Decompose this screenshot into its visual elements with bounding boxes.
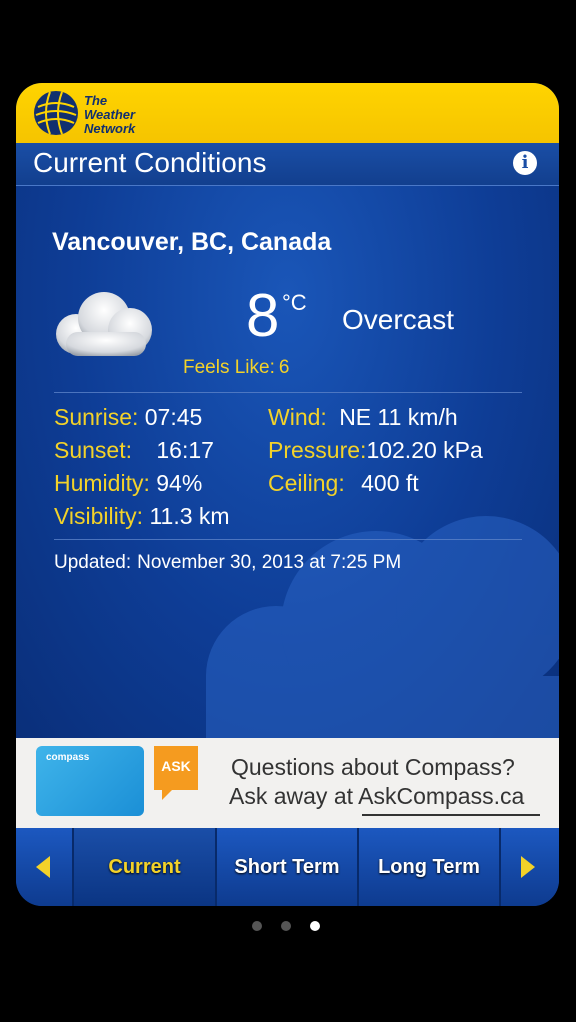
page-title: Current Conditions bbox=[33, 147, 267, 178]
visibility-label: Visibility: bbox=[54, 503, 144, 529]
divider bbox=[54, 539, 522, 540]
page-indicator bbox=[252, 921, 332, 933]
visibility-value: 11.3 km bbox=[149, 503, 230, 529]
brand-line: The bbox=[84, 93, 108, 108]
globe-logo-icon bbox=[34, 91, 78, 135]
sunset-stat: Sunset: 16:17 bbox=[54, 437, 214, 464]
pressure-label: Pressure: bbox=[268, 437, 367, 463]
brand-line: Weather bbox=[84, 107, 136, 122]
location-name: Vancouver, BC, Canada bbox=[52, 228, 332, 256]
updated-value: November 30, 2013 at 7:25 PM bbox=[137, 552, 402, 573]
feels-like: Feels Like: 6 bbox=[183, 357, 289, 379]
page-dot[interactable] bbox=[252, 921, 262, 931]
sunrise-value: 07:45 bbox=[144, 404, 203, 430]
ceiling-value: 400 ft bbox=[361, 470, 419, 496]
pressure-stat: Pressure:102.20 kPa bbox=[268, 437, 483, 464]
weather-widget: The Weather Network Current Conditions i… bbox=[16, 83, 559, 906]
next-arrow-button[interactable] bbox=[501, 828, 559, 906]
ceiling-stat: Ceiling: 400 ft bbox=[268, 470, 419, 497]
prev-arrow-button[interactable] bbox=[16, 828, 74, 906]
ad-link-underline bbox=[362, 814, 540, 816]
ad-banner[interactable]: compass ASK Questions about Compass? Ask… bbox=[16, 738, 559, 828]
brand-line: Network bbox=[84, 121, 136, 136]
wind-value: NE 11 km/h bbox=[339, 404, 458, 430]
tab-long-term[interactable]: Long Term bbox=[359, 828, 501, 906]
page-dot-active[interactable] bbox=[310, 921, 320, 931]
humidity-stat: Humidity: 94% bbox=[54, 470, 202, 497]
sunrise-label: Sunrise: bbox=[54, 404, 139, 430]
compass-card-image: compass bbox=[36, 746, 144, 816]
tab-current[interactable]: Current bbox=[74, 828, 217, 906]
arrow-right-icon bbox=[521, 856, 535, 878]
humidity-label: Humidity: bbox=[54, 470, 150, 496]
tab-bar: Current Short Term Long Term bbox=[16, 828, 559, 906]
current-conditions-panel: Vancouver, BC, Canada 8 °C Overcast Feel… bbox=[16, 186, 559, 738]
cloud-icon bbox=[56, 292, 152, 356]
updated-timestamp: Updated: November 30, 2013 at 7:25 PM bbox=[54, 552, 401, 574]
brand-logo-text: The Weather Network bbox=[84, 94, 135, 136]
sunset-value: 16:17 bbox=[156, 437, 214, 463]
compass-card-text: compass bbox=[46, 752, 90, 763]
ask-badge-tail bbox=[162, 790, 172, 800]
ceiling-label: Ceiling: bbox=[268, 470, 345, 496]
updated-label: Updated: bbox=[54, 552, 132, 573]
pressure-value: 102.20 kPa bbox=[366, 437, 483, 463]
title-bar: Current Conditions i bbox=[16, 143, 559, 186]
feels-like-label: Feels Like: bbox=[183, 357, 275, 378]
ad-subline: Ask away at AskCompass.ca bbox=[229, 783, 525, 809]
feels-like-value: 6 bbox=[278, 357, 290, 378]
divider bbox=[54, 392, 522, 393]
wind-stat: Wind: NE 11 km/h bbox=[268, 404, 458, 431]
sunrise-stat: Sunrise: 07:45 bbox=[54, 404, 202, 431]
wind-label: Wind: bbox=[268, 404, 327, 430]
visibility-stat: Visibility: 11.3 km bbox=[54, 503, 230, 530]
condition-text: Overcast bbox=[342, 304, 455, 335]
tab-short-term[interactable]: Short Term bbox=[217, 828, 359, 906]
brand-bar: The Weather Network bbox=[16, 83, 559, 143]
page-dot[interactable] bbox=[281, 921, 291, 931]
temperature-unit: °C bbox=[282, 290, 307, 315]
info-icon[interactable]: i bbox=[513, 151, 537, 175]
ask-badge: ASK bbox=[154, 746, 198, 790]
humidity-value: 94% bbox=[156, 470, 203, 496]
arrow-left-icon bbox=[36, 856, 50, 878]
ad-headline: Questions about Compass? bbox=[231, 754, 515, 780]
temperature-value: 8 bbox=[246, 282, 280, 349]
sunset-label: Sunset: bbox=[54, 437, 132, 463]
